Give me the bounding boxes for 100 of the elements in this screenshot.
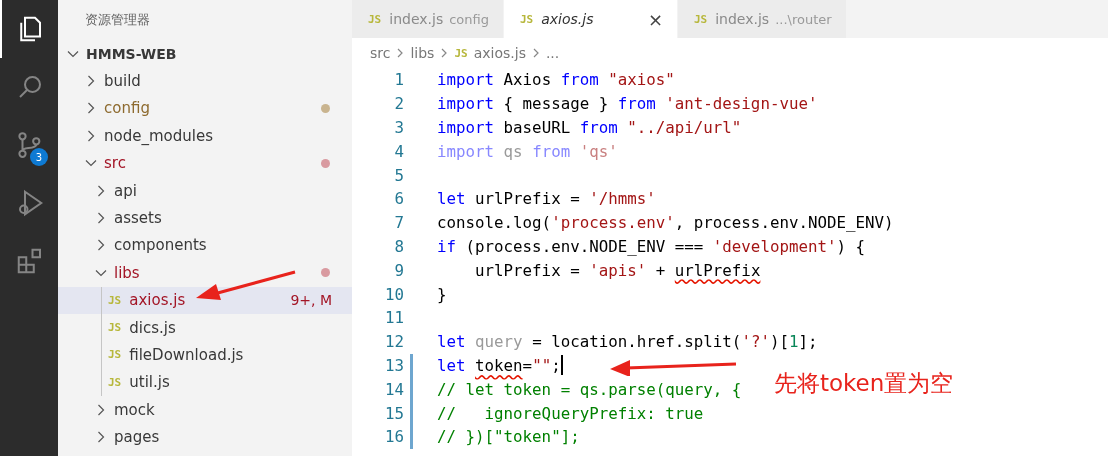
code-token: let	[437, 355, 467, 375]
line-number: 8	[393, 236, 405, 256]
item-label: libs	[114, 263, 140, 282]
code-token: // ignoreQueryPrefix: true	[437, 403, 704, 423]
item-label: build	[104, 72, 141, 91]
code-token: '/hmms'	[589, 189, 656, 209]
code-token: = location.href.split(	[531, 332, 742, 352]
sidebar-title: 资源管理器	[84, 11, 151, 29]
line-number: 13	[383, 355, 405, 375]
file-item[interactable]: JS dics.js	[58, 313, 352, 342]
code-token: urlPrefix =	[474, 189, 581, 209]
code-token: import	[437, 118, 495, 137]
code-token: "axios"	[607, 70, 675, 90]
file-item[interactable]: JS axios.js 9+, M	[58, 286, 352, 314]
code-token: let	[437, 332, 466, 352]
tab-label: index.js	[389, 11, 444, 27]
item-label: assets	[114, 209, 162, 228]
chevron-icon	[531, 47, 540, 59]
tab-description: config	[449, 11, 489, 27]
item-label: util.js	[129, 373, 170, 392]
code-token: 'development'	[712, 236, 837, 256]
folder-item[interactable]: HMMS-WEB	[58, 40, 352, 68]
folder-item[interactable]: libs	[58, 259, 352, 287]
code-token: from	[579, 118, 618, 137]
file-type-label: JS	[519, 12, 534, 26]
folder-item[interactable]: config	[58, 94, 352, 123]
code-token: from	[617, 94, 656, 114]
file-item[interactable]: JS util.js	[58, 368, 352, 397]
code-token: }	[437, 284, 447, 304]
file-type-label: JS	[108, 348, 122, 362]
line-number: 1	[393, 70, 405, 90]
line-number: 10	[383, 284, 405, 304]
code-token: from	[560, 70, 599, 90]
code-token: import	[437, 70, 495, 90]
code-token: )[	[769, 332, 789, 352]
code-token: (process.env.NODE_ENV ===	[464, 236, 705, 256]
breadcrumb-item[interactable]: libs	[410, 45, 435, 61]
code-token: ) {	[836, 236, 865, 256]
folder-item[interactable]: assets	[58, 204, 352, 232]
code-token: // })["token"];	[437, 427, 580, 447]
code-token: urlPrefix =	[474, 260, 581, 280]
file-item[interactable]: JS fileDownload.js	[58, 341, 352, 369]
item-label: api	[114, 181, 137, 200]
tab-label: axios.js	[541, 11, 594, 27]
chevron-icon	[440, 47, 449, 59]
line-number: 5	[393, 165, 405, 185]
code-token: token	[475, 355, 523, 375]
code-token: Axios	[502, 70, 553, 90]
line-number: 16	[383, 427, 405, 447]
folder-item[interactable]: src	[58, 149, 352, 177]
annotation-text: 先将token置为空	[774, 369, 954, 398]
line-number: 6	[393, 189, 405, 209]
line-number: 12	[383, 332, 405, 352]
close-icon[interactable]: ×	[647, 8, 663, 30]
file-type-label: JS	[368, 12, 382, 26]
code-token: console.log(	[437, 213, 552, 233]
tab-description: ...\router	[775, 11, 832, 27]
line-number: 14	[383, 379, 405, 399]
code-token: qs	[502, 141, 524, 161]
code-token: if	[437, 236, 457, 256]
item-label: mock	[114, 400, 155, 419]
item-label: dics.js	[129, 318, 176, 337]
code-token: 'process.env'	[551, 213, 675, 233]
item-label: axios.js	[129, 291, 186, 310]
line-number: 9	[393, 260, 405, 280]
git-status-label: 9+, M	[290, 292, 332, 309]
breadcrumb-item[interactable]: axios.js	[473, 45, 526, 61]
breadcrumb-item[interactable]: src	[370, 45, 391, 61]
code-token: query	[474, 332, 523, 352]
file-type-label: JS	[108, 321, 122, 335]
code-token: ;	[551, 355, 561, 375]
code-token: let	[437, 189, 466, 209]
editor-tab[interactable]: JS axios.js ×	[503, 0, 678, 38]
code-token: from	[532, 141, 571, 161]
code-token: urlPrefix	[674, 260, 761, 280]
breadcrumb-item[interactable]: ...	[545, 45, 560, 61]
line-number: 2	[393, 94, 405, 114]
item-label: config	[104, 99, 150, 118]
code-token: 'ant-design-vue'	[664, 94, 818, 114]
line-number: 4	[393, 141, 405, 161]
code-token: 1	[788, 332, 799, 352]
code-token: import	[437, 94, 495, 114]
code-token: +	[654, 260, 667, 280]
chevron-icon	[396, 47, 405, 59]
code-token: 'qs'	[578, 141, 618, 161]
line-number: 11	[383, 308, 405, 328]
folder-item[interactable]: pages	[58, 423, 352, 451]
folder-item[interactable]: node_modules	[58, 122, 352, 150]
code-token: =	[522, 355, 533, 375]
folder-item[interactable]: mock	[58, 396, 352, 424]
line-number: 3	[393, 118, 405, 137]
item-label: src	[104, 154, 126, 173]
code-token: ];	[798, 332, 818, 352]
activity-bar-item[interactable]: 3	[0, 116, 58, 174]
folder-item[interactable]: build	[58, 67, 352, 95]
code-token: baseURL	[502, 118, 572, 137]
code-token: { message }	[502, 94, 610, 114]
folder-item[interactable]: components	[58, 231, 352, 260]
folder-item[interactable]: api	[58, 176, 352, 205]
file-type-label: JS	[108, 293, 122, 307]
